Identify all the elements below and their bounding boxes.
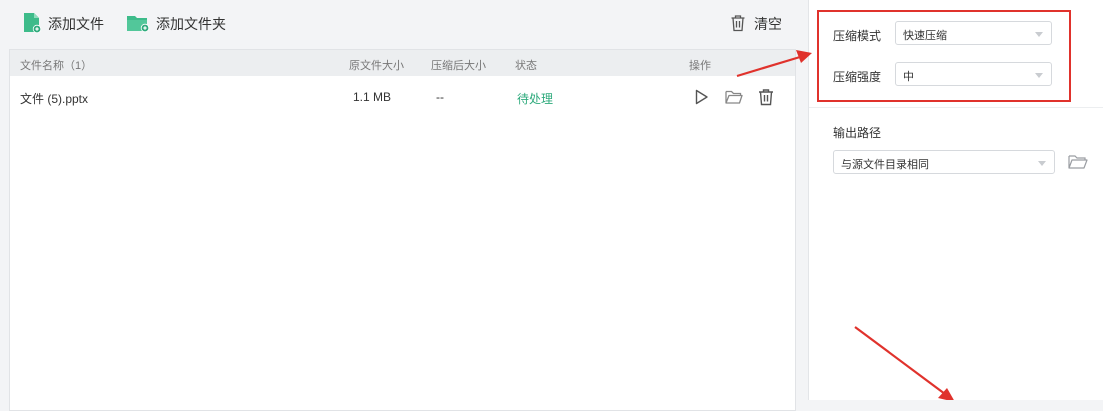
toolbar: 添加文件 添加文件夹 清空 — [0, 0, 808, 48]
file-table: 文件名称（1） 原文件大小 压缩后大小 状态 操作 文件 (5).pptx 1.… — [9, 49, 796, 411]
open-folder-icon[interactable] — [724, 87, 744, 107]
add-file-icon — [22, 12, 42, 37]
status-cell: 待处理 — [517, 92, 554, 106]
chevron-down-icon — [1038, 161, 1046, 166]
header-actions: 操作 — [689, 60, 711, 72]
header-status: 状态 — [515, 60, 537, 72]
add-file-button[interactable]: 添加文件 — [22, 12, 104, 36]
table-row[interactable]: 文件 (5).pptx 1.1 MB -- 待处理 — [10, 76, 795, 118]
delete-icon[interactable] — [756, 87, 776, 107]
output-path-value: 与源文件目录相同 — [841, 159, 929, 171]
add-folder-label: 添加文件夹 — [156, 16, 226, 32]
add-folder-icon — [126, 13, 150, 36]
header-original-size: 原文件大小 — [349, 60, 404, 72]
add-file-label: 添加文件 — [48, 16, 104, 32]
clear-button[interactable]: 清空 — [730, 12, 782, 36]
file-name-cell: 文件 (5).pptx — [20, 92, 89, 106]
browse-folder-icon[interactable] — [1067, 153, 1089, 171]
header-compressed-size: 压缩后大小 — [431, 60, 486, 72]
play-icon[interactable] — [691, 87, 711, 107]
trash-icon — [730, 14, 746, 35]
highlight-box — [817, 10, 1071, 102]
table-header: 文件名称（1） 原文件大小 压缩后大小 状态 操作 — [10, 50, 795, 76]
output-path-select[interactable]: 与源文件目录相同 — [833, 150, 1055, 174]
output-path-label: 输出路径 — [833, 126, 882, 140]
divider — [809, 107, 1103, 108]
add-folder-button[interactable]: 添加文件夹 — [126, 12, 226, 36]
header-file-name: 文件名称（1） — [20, 60, 93, 72]
file-list-panel: 添加文件 添加文件夹 清空 文件名称（1） 原文件大小 压缩后大小 状态 操作 … — [0, 0, 808, 411]
original-size-cell: 1.1 MB — [353, 90, 392, 104]
clear-label: 清空 — [754, 16, 782, 32]
compressed-size-cell: -- — [436, 90, 444, 104]
